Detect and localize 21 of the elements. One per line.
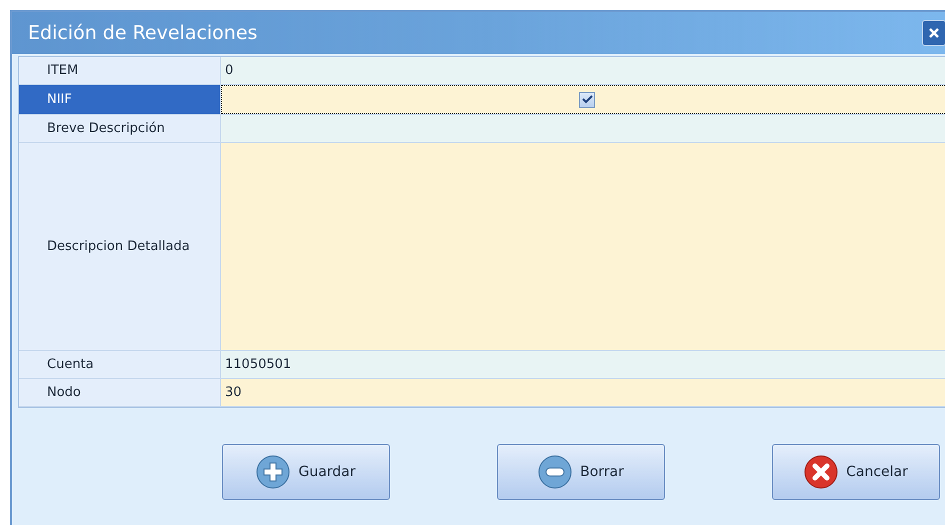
action-button[interactable]: Guardar xyxy=(222,444,390,500)
action-button[interactable]: Cancelar xyxy=(772,444,940,500)
window-title: Edición de Revelaciones xyxy=(28,20,258,46)
field-label: Descripcion Detallada xyxy=(19,143,221,350)
action-button[interactable]: Borrar xyxy=(497,444,665,500)
checkbox[interactable] xyxy=(579,92,595,108)
field-label: Cuenta xyxy=(19,351,221,378)
input-field[interactable] xyxy=(221,115,945,142)
input-field[interactable]: 11050501 xyxy=(221,351,945,378)
field-label: Nodo xyxy=(19,379,221,406)
minus-icon xyxy=(538,455,572,489)
close-button[interactable] xyxy=(922,20,945,46)
field-label: Breve Descripción xyxy=(19,115,221,142)
field-label: ITEM xyxy=(19,57,221,84)
cancel-icon xyxy=(804,455,838,489)
input-field[interactable]: 30 xyxy=(221,379,945,406)
checkbox-cell[interactable] xyxy=(221,85,945,114)
input-field[interactable]: 0 xyxy=(221,57,945,84)
field-label: NIIF xyxy=(19,85,221,114)
plus-icon xyxy=(256,455,290,489)
close-icon xyxy=(929,28,939,38)
